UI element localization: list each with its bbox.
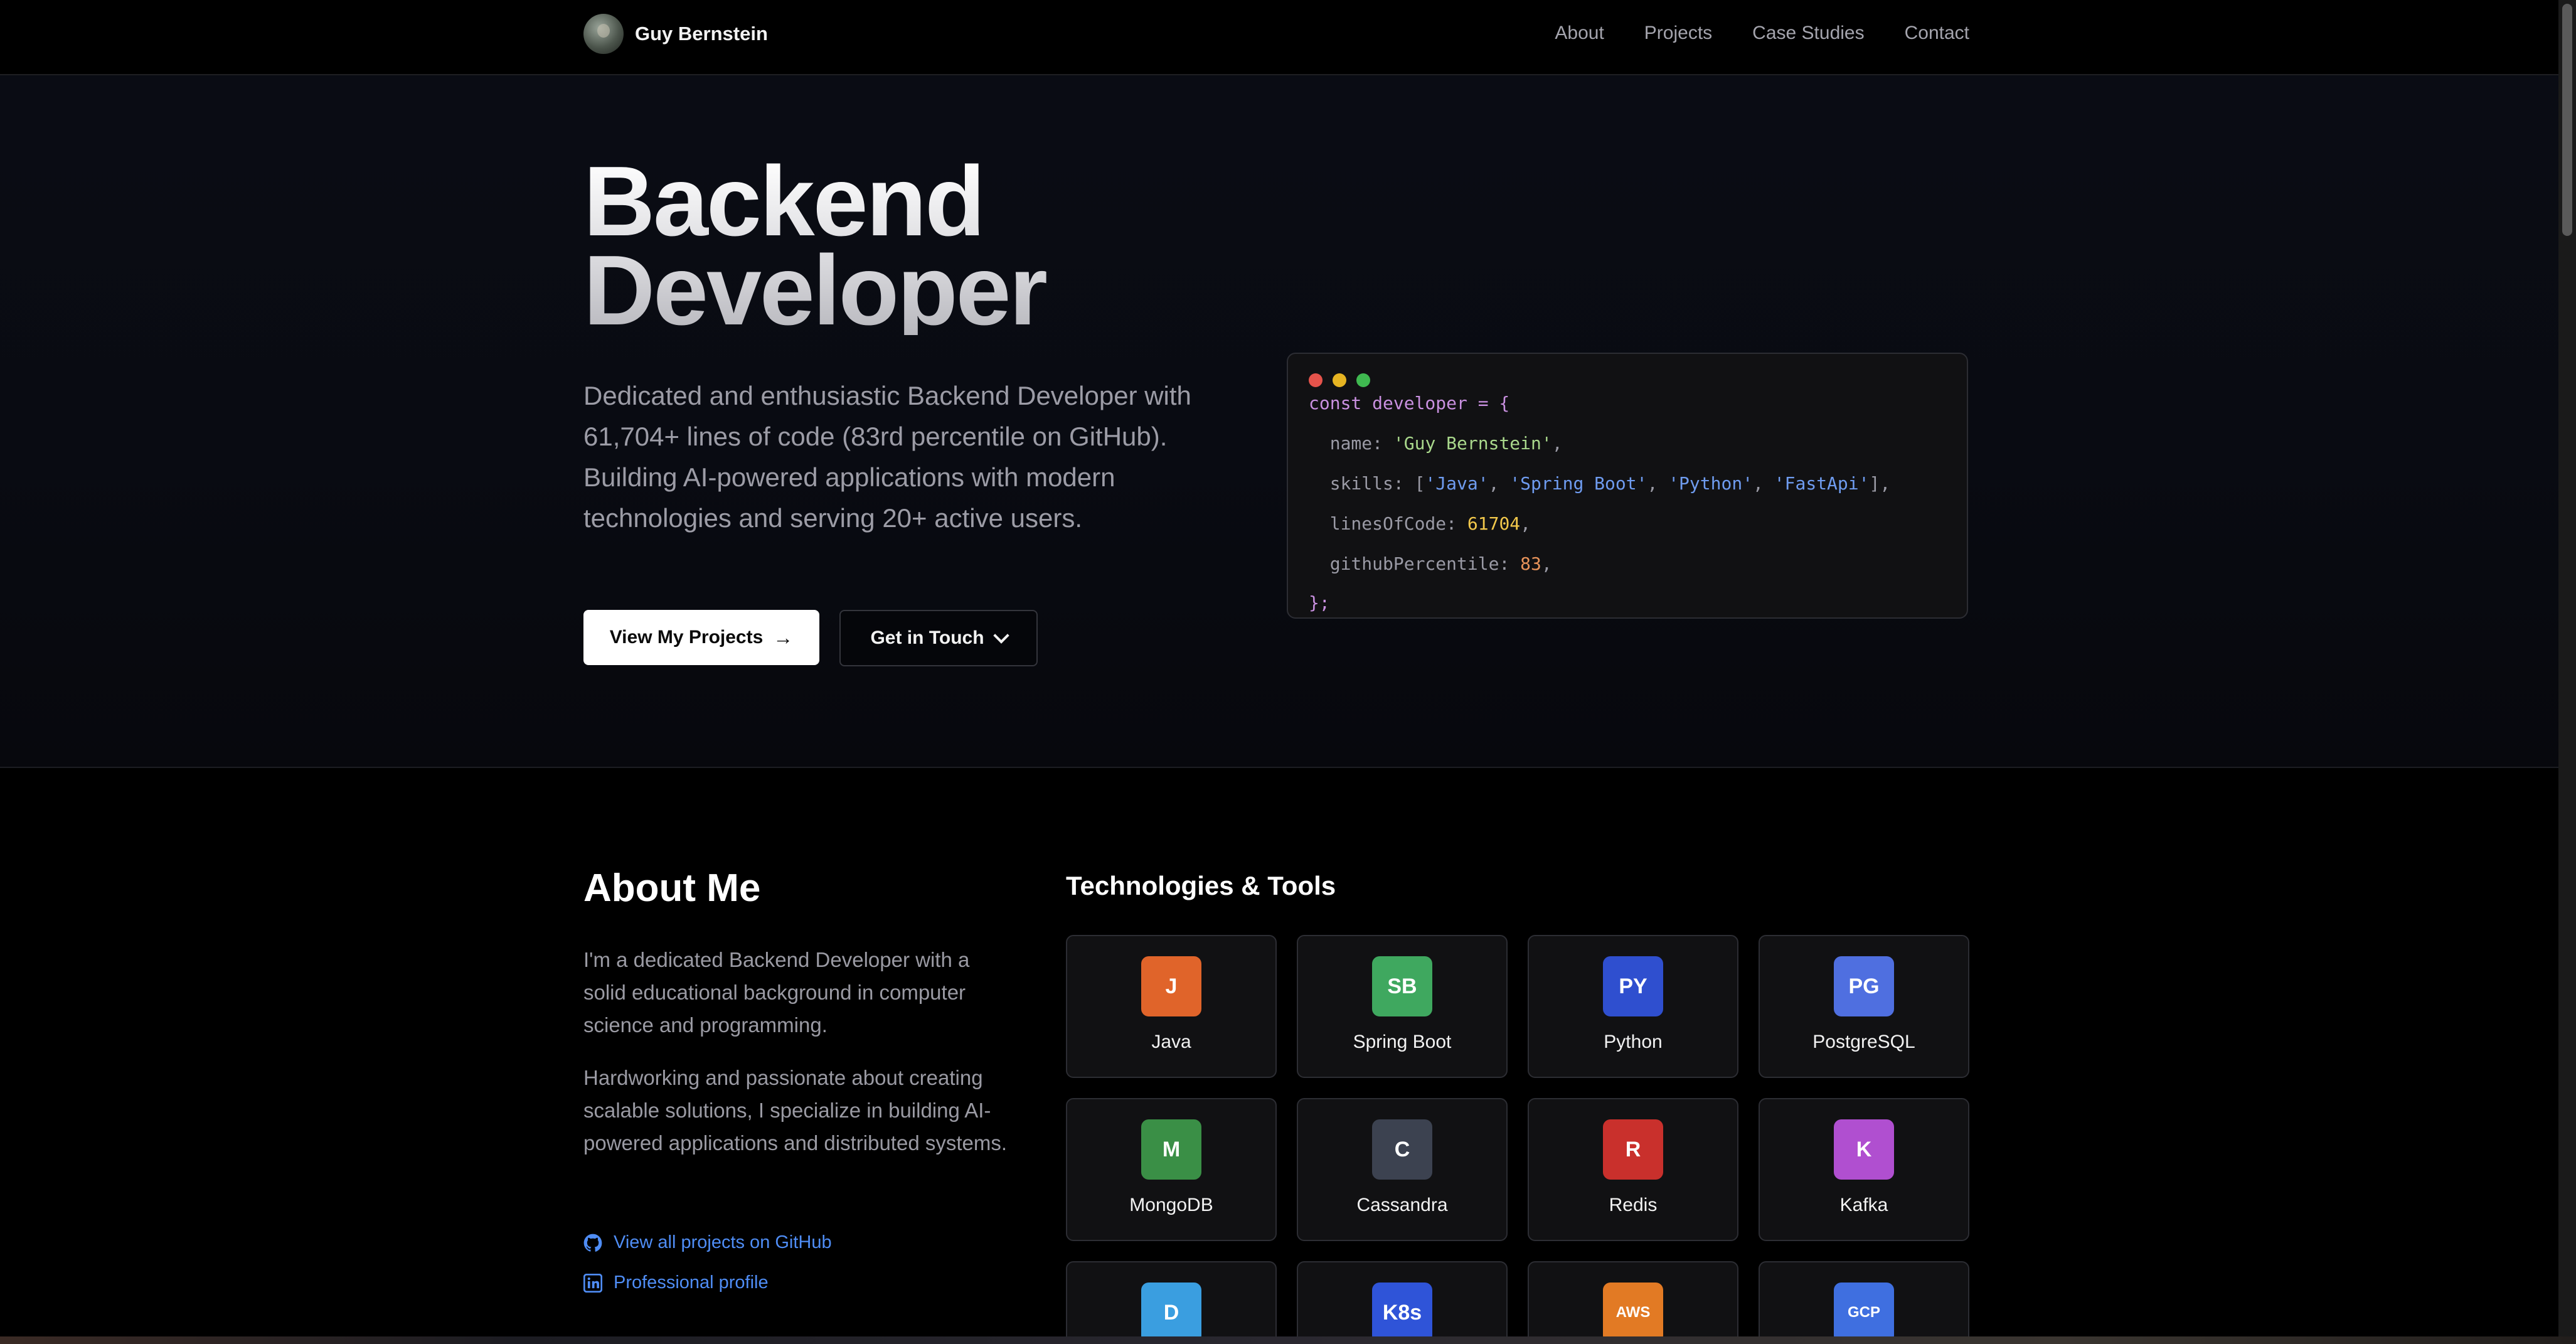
hero-title: Backend Developer xyxy=(583,157,1211,335)
code-skills-key: skills: [ xyxy=(1329,473,1425,494)
tech-badge: GCP xyxy=(1834,1283,1894,1336)
tech-badge: PY xyxy=(1603,956,1663,1016)
tech-badge: AWS xyxy=(1603,1283,1663,1336)
tech-name: Cassandra xyxy=(1356,1195,1448,1215)
linkedin-link-label: Professional profile xyxy=(614,1272,769,1293)
tech-name: Kafka xyxy=(1839,1195,1888,1215)
tech-card[interactable]: PG PostgreSQL xyxy=(1759,935,1969,1078)
view-projects-button[interactable]: View My Projects → xyxy=(583,610,819,665)
about-title: About Me xyxy=(583,867,761,910)
scrollbar[interactable] xyxy=(2558,0,2576,1336)
code-line-name: name: 'Guy Bernstein', xyxy=(1309,433,1563,454)
code-skill: 'Java' xyxy=(1425,473,1489,494)
tech-card[interactable]: M MongoDB xyxy=(1066,1098,1277,1241)
nav-link-contact[interactable]: Contact xyxy=(1905,23,1969,44)
tech-badge: K8s xyxy=(1372,1283,1432,1336)
code-loc-key: linesOfCode: xyxy=(1329,513,1467,534)
tech-badge: PG xyxy=(1834,956,1894,1016)
code-pct-value: 83 xyxy=(1520,553,1541,574)
tech-badge: C xyxy=(1372,1119,1432,1180)
code-sep: , xyxy=(1753,473,1774,494)
linkedin-link[interactable]: Professional profile xyxy=(583,1272,769,1293)
tech-badge: SB xyxy=(1372,956,1432,1016)
page: Guy Bernstein About Projects Case Studie… xyxy=(0,0,2558,1336)
code-skills-end: ], xyxy=(1869,473,1891,494)
code-sep: , xyxy=(1647,473,1669,494)
tech-card[interactable]: R Redis xyxy=(1528,1098,1738,1241)
tech-grid: J Java SB Spring Boot PY Python PG PostgreSQL M M… xyxy=(1066,935,1969,1336)
tech-card[interactable]: J Java xyxy=(1066,935,1277,1078)
hero-title-line1: Backend xyxy=(583,146,984,257)
github-link[interactable]: View all projects on GitHub xyxy=(583,1232,832,1253)
code-pct-key: githubPercentile: xyxy=(1329,553,1521,574)
tech-card[interactable]: PY Python xyxy=(1528,935,1738,1078)
top-nav: Guy Bernstein About Projects Case Studie… xyxy=(0,0,2558,75)
code-skill: 'Spring Boot' xyxy=(1509,473,1647,494)
github-icon xyxy=(583,1234,602,1252)
hero-section: Backend Developer Dedicated and enthusia… xyxy=(0,75,2558,768)
tech-badge: M xyxy=(1141,1119,1201,1180)
code-line-loc: linesOfCode: 61704, xyxy=(1309,513,1531,534)
desktop-strip xyxy=(0,1336,2576,1344)
linkedin-icon xyxy=(583,1273,602,1293)
scrollbar-thumb[interactable] xyxy=(2562,4,2572,236)
brand[interactable]: Guy Bernstein xyxy=(583,14,768,54)
about-paragraph-2: Hardworking and passionate about creatin… xyxy=(583,1066,1008,1155)
minimize-dot-icon xyxy=(1333,373,1346,387)
tech-badge: R xyxy=(1603,1119,1663,1180)
get-in-touch-button[interactable]: Get in Touch xyxy=(839,610,1038,666)
tech-title: Technologies & Tools xyxy=(1066,871,1336,900)
code-loc-value: 61704 xyxy=(1467,513,1521,534)
code-card: const developer = { name: 'Guy Bernstein… xyxy=(1287,353,1968,619)
about-paragraph-1: I'm a dedicated Backend Developer with a… xyxy=(583,948,970,1037)
brand-name: Guy Bernstein xyxy=(635,23,768,45)
chevron-down-icon xyxy=(993,627,1009,644)
nav-link-projects[interactable]: Projects xyxy=(1644,23,1712,44)
tech-name: Spring Boot xyxy=(1353,1032,1452,1052)
tech-name: MongoDB xyxy=(1129,1195,1213,1215)
tech-badge: K xyxy=(1834,1119,1894,1180)
code-name-value: 'Guy Bernstein' xyxy=(1393,433,1552,454)
nav-link-case-studies[interactable]: Case Studies xyxy=(1752,23,1864,44)
code-decl: const developer = { xyxy=(1309,393,1510,413)
code-comma: , xyxy=(1541,553,1552,574)
nav-links: About Projects Case Studies Contact xyxy=(1555,23,1969,44)
code-sep: , xyxy=(1488,473,1510,494)
github-link-label: View all projects on GitHub xyxy=(614,1232,832,1252)
close-dot-icon xyxy=(1309,373,1323,387)
code-skill: 'FastApi' xyxy=(1774,473,1870,494)
arrow-right-icon: → xyxy=(773,626,794,649)
tech-name: Java xyxy=(1151,1032,1191,1052)
tech-name: Python xyxy=(1604,1032,1663,1052)
code-line-close: }; xyxy=(1309,592,1330,613)
code-line-skills: skills: ['Java', 'Spring Boot', 'Python'… xyxy=(1309,473,1890,494)
tech-card[interactable]: GCP xyxy=(1759,1261,1969,1336)
code-comma: , xyxy=(1520,513,1531,534)
get-in-touch-label: Get in Touch xyxy=(870,627,984,648)
window-dots xyxy=(1309,373,1370,387)
code-skill: 'Python' xyxy=(1668,473,1754,494)
tech-card[interactable]: D xyxy=(1066,1261,1277,1336)
tech-badge: J xyxy=(1141,956,1201,1016)
hero-description: Dedicated and enthusiastic Backend Devel… xyxy=(583,381,1191,533)
nav-link-about[interactable]: About xyxy=(1555,23,1604,44)
code-close: }; xyxy=(1309,592,1330,613)
avatar xyxy=(583,14,624,54)
maximize-dot-icon xyxy=(1356,373,1370,387)
tech-card[interactable]: C Cassandra xyxy=(1297,1098,1508,1241)
view-projects-label: View My Projects xyxy=(609,627,764,648)
hero-title-line2: Developer xyxy=(583,235,1046,346)
tech-name: PostgreSQL xyxy=(1812,1032,1915,1052)
tech-name: Redis xyxy=(1609,1195,1658,1215)
tech-card[interactable]: K Kafka xyxy=(1759,1098,1969,1241)
tech-card[interactable]: K8s xyxy=(1297,1261,1508,1336)
code-line-percentile: githubPercentile: 83, xyxy=(1309,553,1552,574)
tech-card[interactable]: SB Spring Boot xyxy=(1297,935,1508,1078)
tech-badge: D xyxy=(1141,1283,1201,1336)
code-comma: , xyxy=(1551,433,1563,454)
code-name-key: name: xyxy=(1329,433,1393,454)
tech-card[interactable]: AWS xyxy=(1528,1261,1738,1336)
code-line-decl: const developer = { xyxy=(1309,393,1509,413)
